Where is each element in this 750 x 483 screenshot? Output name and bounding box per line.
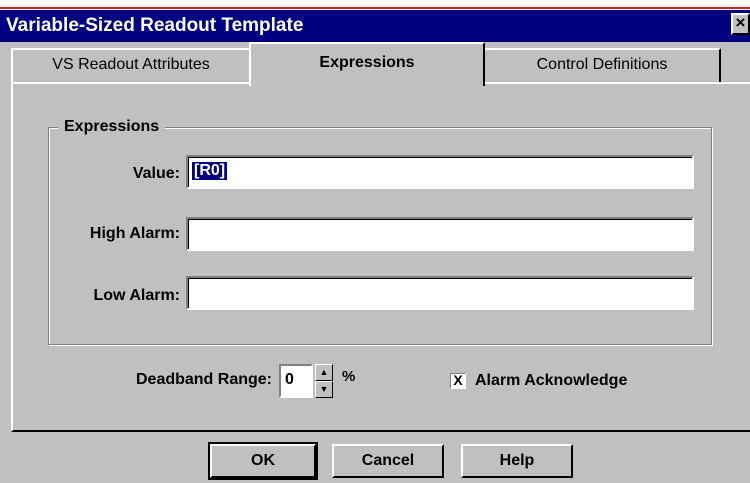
value-label: Value:	[132, 165, 180, 182]
tab-control-definitions[interactable]: Control Definitions	[483, 48, 721, 82]
tab-vs-readout-attributes[interactable]: VS Readout Attributes	[11, 48, 251, 82]
window-title: Variable-Sized Readout Template	[6, 15, 304, 36]
top-strip	[0, 0, 750, 10]
deadband-unit: %	[342, 368, 356, 385]
cancel-button[interactable]: Cancel	[332, 444, 444, 478]
close-button[interactable]: ×	[731, 13, 750, 35]
group-title: Expressions	[58, 118, 166, 136]
help-button[interactable]: Help	[461, 444, 573, 478]
spin-up-icon[interactable]: ▲	[315, 364, 333, 381]
low-alarm-input[interactable]	[186, 276, 694, 310]
deadband-input[interactable]: 0	[279, 364, 313, 398]
deadband-spinner[interactable]: ▲ ▼	[315, 364, 333, 398]
deadband-label: Deadband Range:	[135, 371, 272, 388]
value-input[interactable]: [R0]	[186, 155, 694, 189]
alarm-acknowledge-label[interactable]: Alarm Acknowledge	[475, 372, 627, 390]
low-alarm-label: Low Alarm:	[93, 287, 180, 304]
title-bar: Variable-Sized Readout Template	[0, 10, 750, 42]
ok-button[interactable]: OK	[208, 442, 318, 480]
tab-expressions[interactable]: Expressions	[249, 42, 485, 86]
alarm-acknowledge-checkbox[interactable]: X	[450, 373, 466, 389]
high-alarm-input[interactable]	[186, 217, 694, 251]
spin-down-icon[interactable]: ▼	[315, 381, 333, 398]
high-alarm-label: High Alarm:	[89, 225, 180, 242]
value-text: [R0]	[192, 162, 228, 180]
